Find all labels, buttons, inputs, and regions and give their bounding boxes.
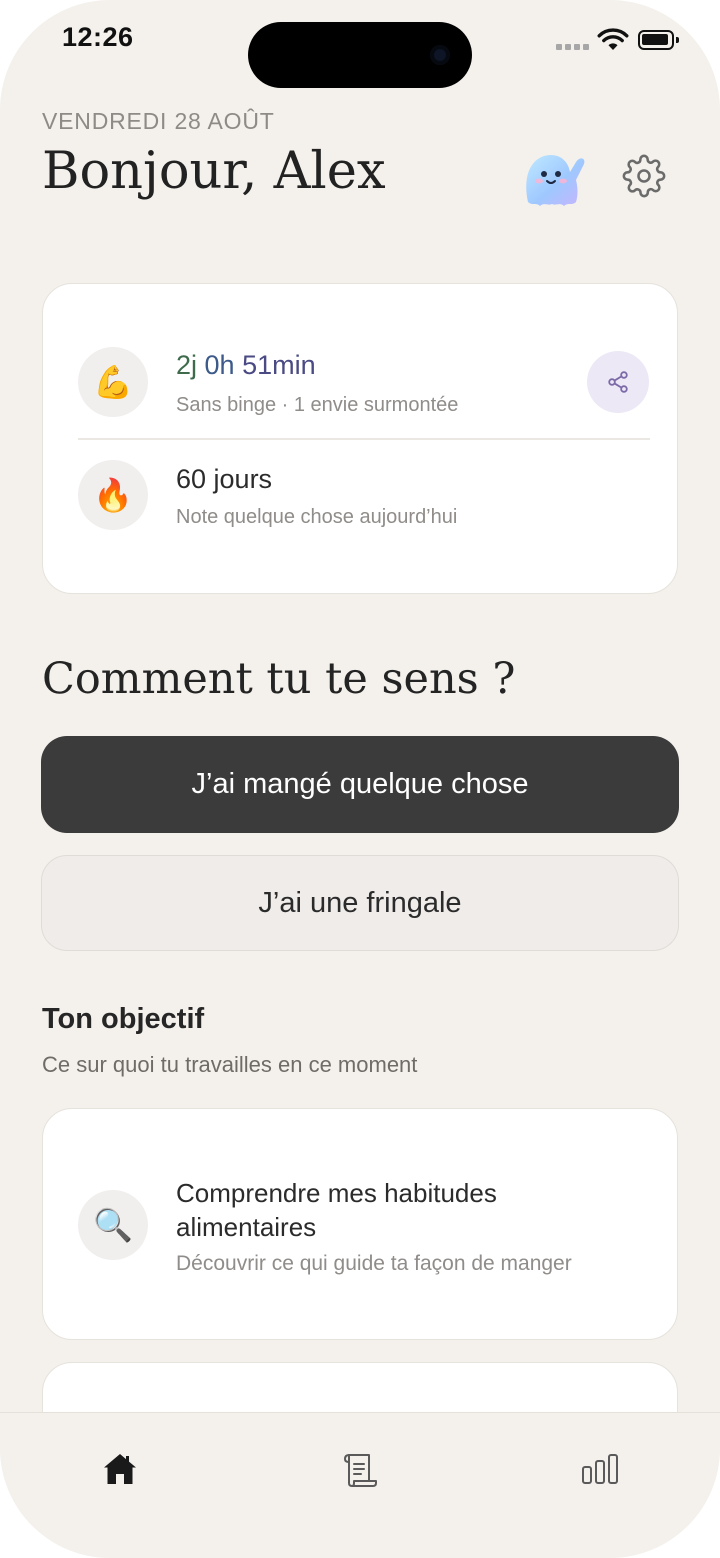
goal-heading: Ton objectif (42, 1003, 205, 1035)
journal-scroll-icon (344, 1454, 377, 1487)
date-label: VENDREDI 28 AOÛT (42, 108, 275, 134)
timer-hours: 0h (204, 350, 235, 380)
dynamic-island (248, 22, 472, 88)
goal-title-line1: Comprendre mes habitudes (176, 1178, 497, 1208)
journal-streak-title: 60 jours (176, 464, 273, 494)
goal-title-line2: alimentaires (176, 1212, 317, 1242)
goal-description: Découvrir ce qui guide ta façon de mange… (176, 1252, 572, 1275)
home-icon (104, 1454, 136, 1484)
tab-stats[interactable] (564, 1441, 636, 1497)
card-divider (78, 438, 650, 440)
tab-journal[interactable] (324, 1441, 396, 1497)
ghost-mascot-icon[interactable] (518, 144, 590, 210)
abstinence-timer: 2j 0h 51min (176, 350, 316, 381)
gear-icon[interactable] (622, 154, 666, 198)
timer-days: 2j (176, 350, 198, 380)
stats-bars-icon (582, 1454, 618, 1484)
cellular-signal-icon (556, 44, 589, 50)
mood-section-title: Comment tu te sens ? (42, 654, 516, 704)
flexed-biceps-icon: 💪 (78, 347, 148, 417)
share-button[interactable] (587, 351, 649, 413)
battery-icon (638, 30, 679, 50)
abstinence-subtitle: Sans binge · 1 envie surmontée (176, 394, 459, 416)
tab-bar (0, 1412, 720, 1558)
craving-button[interactable]: J’ai une fringale (41, 855, 679, 951)
wifi-icon (597, 28, 629, 50)
status-time: 12:26 (62, 22, 134, 52)
greeting-title: Bonjour, Alex (42, 142, 386, 201)
streak-card: 💪 2j 0h 51min Sans binge · 1 envie surmo… (42, 283, 678, 594)
magnifying-glass-icon: 🔍 (78, 1190, 148, 1260)
share-icon (608, 371, 628, 393)
journal-streak-subtitle: Note quelque chose aujourd’hui (176, 506, 458, 528)
timer-minutes: 51min (242, 350, 316, 380)
fire-icon: 🔥 (78, 460, 148, 530)
goal-card[interactable]: 🔍 Comprendre mes habitudes alimentaires … (42, 1108, 678, 1340)
app-screen: 12:26 VENDREDI 28 AOÛT Bonjour, Alex 💪 2… (0, 0, 720, 1558)
goal-title: Comprendre mes habitudes alimentaires (176, 1176, 497, 1244)
tab-home[interactable] (84, 1441, 156, 1497)
goal-subheading: Ce sur quoi tu travailles en ce moment (42, 1052, 418, 1077)
ate-something-button[interactable]: J’ai mangé quelque chose (41, 736, 679, 833)
camera-icon (430, 45, 450, 65)
